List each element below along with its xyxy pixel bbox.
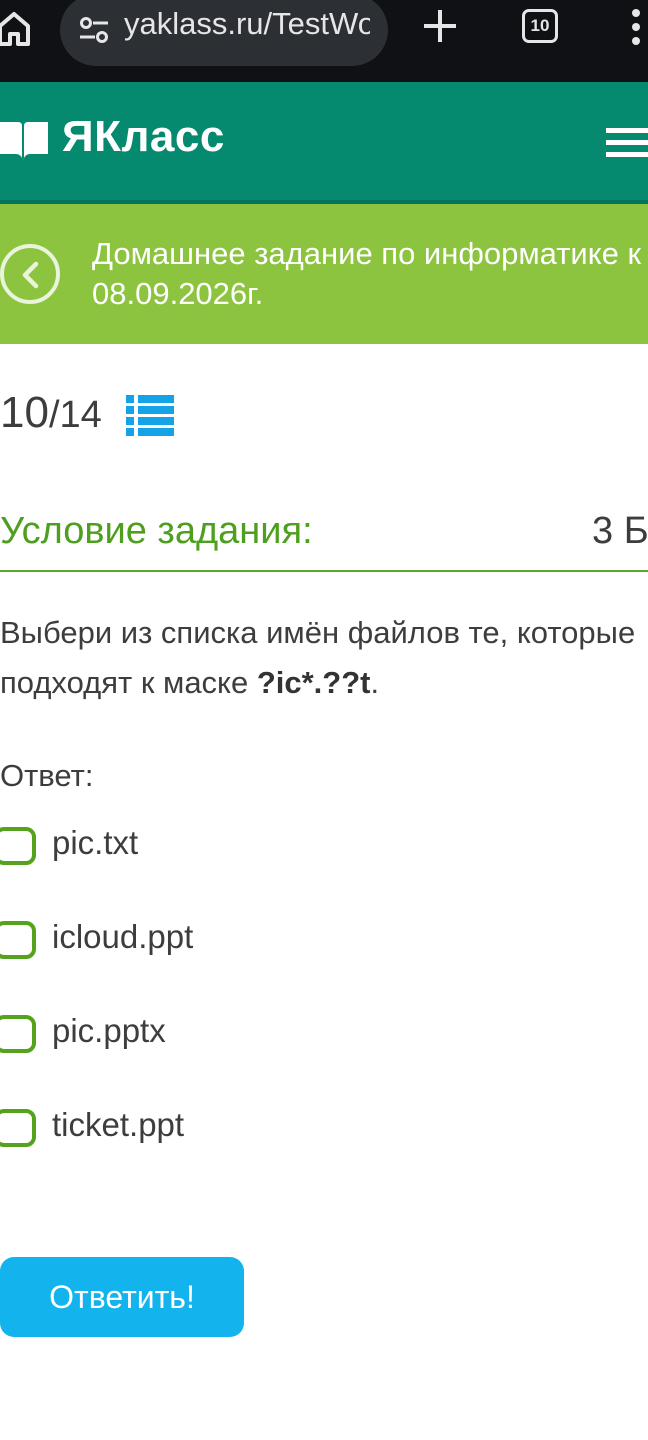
submit-button[interactable]: Ответить! [0, 1257, 244, 1337]
task-condition-title: Условие задания: [0, 510, 313, 552]
file-mask: ?ic*.??t [256, 665, 371, 700]
tune-icon[interactable] [78, 16, 110, 44]
option-label[interactable]: ticket.ppt [52, 1106, 184, 1144]
question-text: Выбери из списка имён файлов те, которые… [0, 608, 648, 708]
url-text[interactable]: yaklass.ru/TestWork [124, 6, 370, 42]
option-label[interactable]: icloud.ppt [52, 918, 193, 956]
task-points: 3 Б. [592, 510, 648, 552]
option-checkbox[interactable] [0, 1109, 36, 1147]
logo-text[interactable]: ЯКласс [62, 112, 225, 162]
task-counter-current: 10 [0, 388, 49, 437]
task-counter-total: /14 [48, 394, 102, 436]
task-counter: 10/14 [0, 388, 102, 448]
browser-toolbar: yaklass.ru/TestWork 10 [0, 0, 648, 82]
task-condition-header: Условие задания: 3 Б. [0, 508, 648, 572]
back-button[interactable] [0, 244, 60, 304]
list-icon[interactable] [126, 394, 174, 438]
assignment-title-line1: Домашнее задание по информатике к [92, 236, 642, 271]
assignment-banner: Домашнее задание по информатике к 08.09.… [0, 204, 648, 344]
option-label[interactable]: pic.txt [52, 824, 138, 862]
more-vert-icon[interactable] [630, 6, 648, 48]
plus-icon[interactable] [420, 6, 460, 46]
book-icon[interactable] [0, 120, 50, 160]
home-icon[interactable] [0, 8, 32, 48]
address-bar[interactable]: yaklass.ru/TestWork [60, 0, 388, 66]
tab-switcher-button[interactable]: 10 [522, 9, 558, 43]
site-header: ЯКласс [0, 82, 648, 204]
question-end: . [370, 665, 380, 700]
option-checkbox[interactable] [0, 1015, 36, 1053]
option-label[interactable]: pic.pptx [52, 1012, 166, 1050]
option-checkbox[interactable] [0, 921, 36, 959]
chevron-left-icon [22, 261, 39, 289]
assignment-title: Домашнее задание по информатике к 08.09.… [92, 234, 648, 314]
assignment-title-line2: 08.09.2026г. [92, 276, 264, 311]
answer-label: Ответ: [0, 758, 94, 793]
hamburger-icon[interactable] [606, 126, 648, 160]
option-checkbox[interactable] [0, 827, 36, 865]
